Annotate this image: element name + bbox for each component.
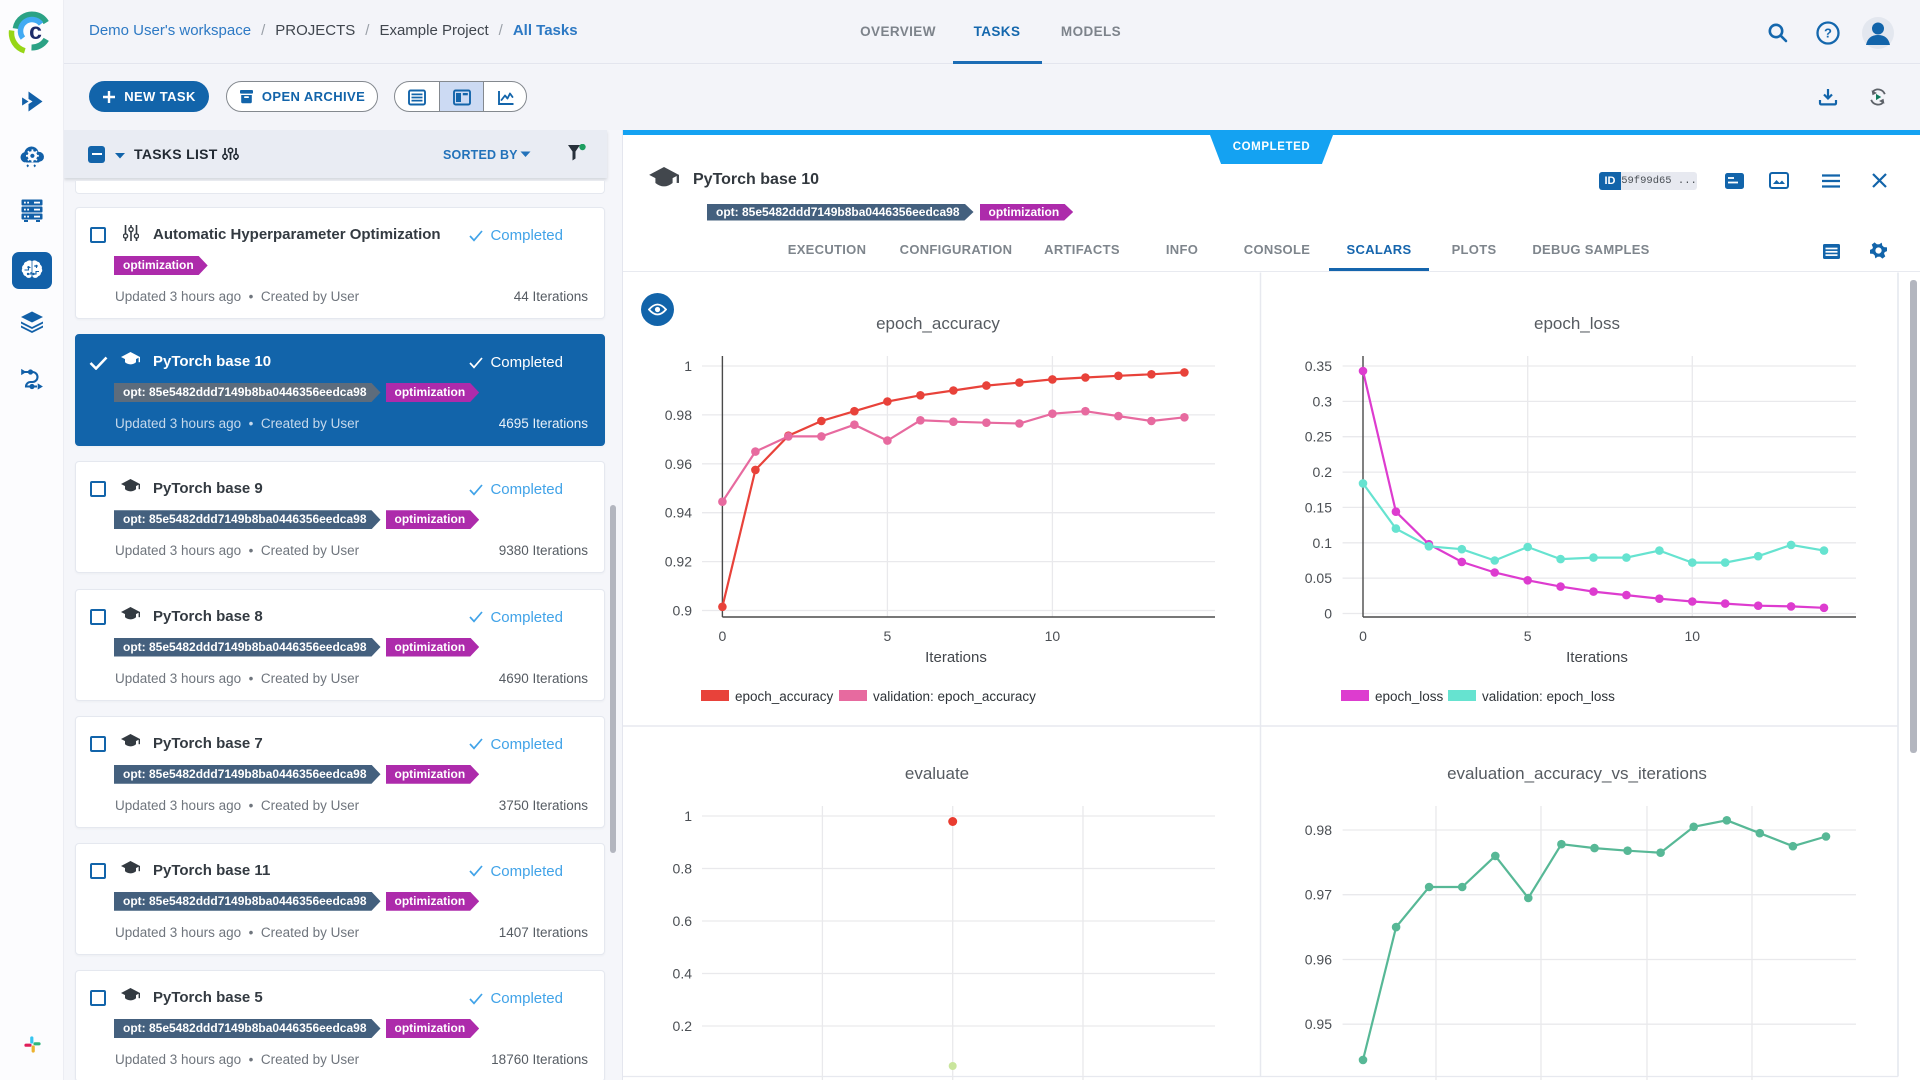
- svg-text:0.94: 0.94: [665, 505, 692, 521]
- svg-text:0.3: 0.3: [1313, 393, 1333, 409]
- svg-text:Iterations: Iterations: [1566, 649, 1628, 666]
- svg-text:evaluate: evaluate: [905, 764, 969, 783]
- svg-text:0.15: 0.15: [1305, 499, 1332, 515]
- svg-text:0.8: 0.8: [673, 861, 693, 877]
- svg-text:10: 10: [1685, 628, 1701, 644]
- svg-text:0.05: 0.05: [1305, 570, 1332, 586]
- svg-text:1: 1: [684, 358, 692, 374]
- svg-text:0: 0: [1324, 606, 1332, 622]
- svg-text:0.97: 0.97: [1305, 887, 1332, 903]
- svg-text:0.6: 0.6: [673, 913, 693, 929]
- svg-text:c: c: [29, 18, 42, 44]
- svg-text:0: 0: [719, 628, 727, 644]
- svg-text:Iterations: Iterations: [925, 649, 987, 666]
- svg-text:0.98: 0.98: [665, 407, 692, 423]
- svg-text:0.1: 0.1: [1313, 535, 1333, 551]
- svg-text:0.96: 0.96: [1305, 952, 1332, 968]
- svg-text:0.2: 0.2: [1313, 464, 1333, 480]
- svg-text:0.4: 0.4: [673, 966, 693, 982]
- svg-text:0.96: 0.96: [665, 456, 692, 472]
- svg-text:epoch_loss: epoch_loss: [1534, 314, 1620, 333]
- svg-text:validation: epoch_loss: validation: epoch_loss: [1482, 689, 1615, 704]
- svg-text:1: 1: [684, 808, 692, 824]
- svg-text:?: ?: [1824, 26, 1832, 41]
- svg-text:validation: epoch_accuracy: validation: epoch_accuracy: [873, 689, 1036, 704]
- svg-text:0: 0: [1359, 628, 1367, 644]
- svg-text:10: 10: [1045, 628, 1061, 644]
- svg-text:0.2: 0.2: [673, 1018, 693, 1034]
- svg-text:0.92: 0.92: [665, 554, 692, 570]
- svg-text:5: 5: [1524, 628, 1532, 644]
- svg-text:0.25: 0.25: [1305, 429, 1332, 445]
- svg-text:0.95: 0.95: [1305, 1016, 1332, 1032]
- svg-text:5: 5: [884, 628, 892, 644]
- svg-text:0.35: 0.35: [1305, 358, 1332, 374]
- svg-text:epoch_loss: epoch_loss: [1375, 689, 1444, 704]
- svg-text:0.9: 0.9: [673, 603, 693, 619]
- svg-text:evaluation_accuracy_vs_iterati: evaluation_accuracy_vs_iterations: [1447, 764, 1707, 783]
- svg-text:epoch_accuracy: epoch_accuracy: [735, 689, 834, 704]
- svg-text:epoch_accuracy: epoch_accuracy: [876, 314, 1000, 333]
- svg-text:0.98: 0.98: [1305, 822, 1332, 838]
